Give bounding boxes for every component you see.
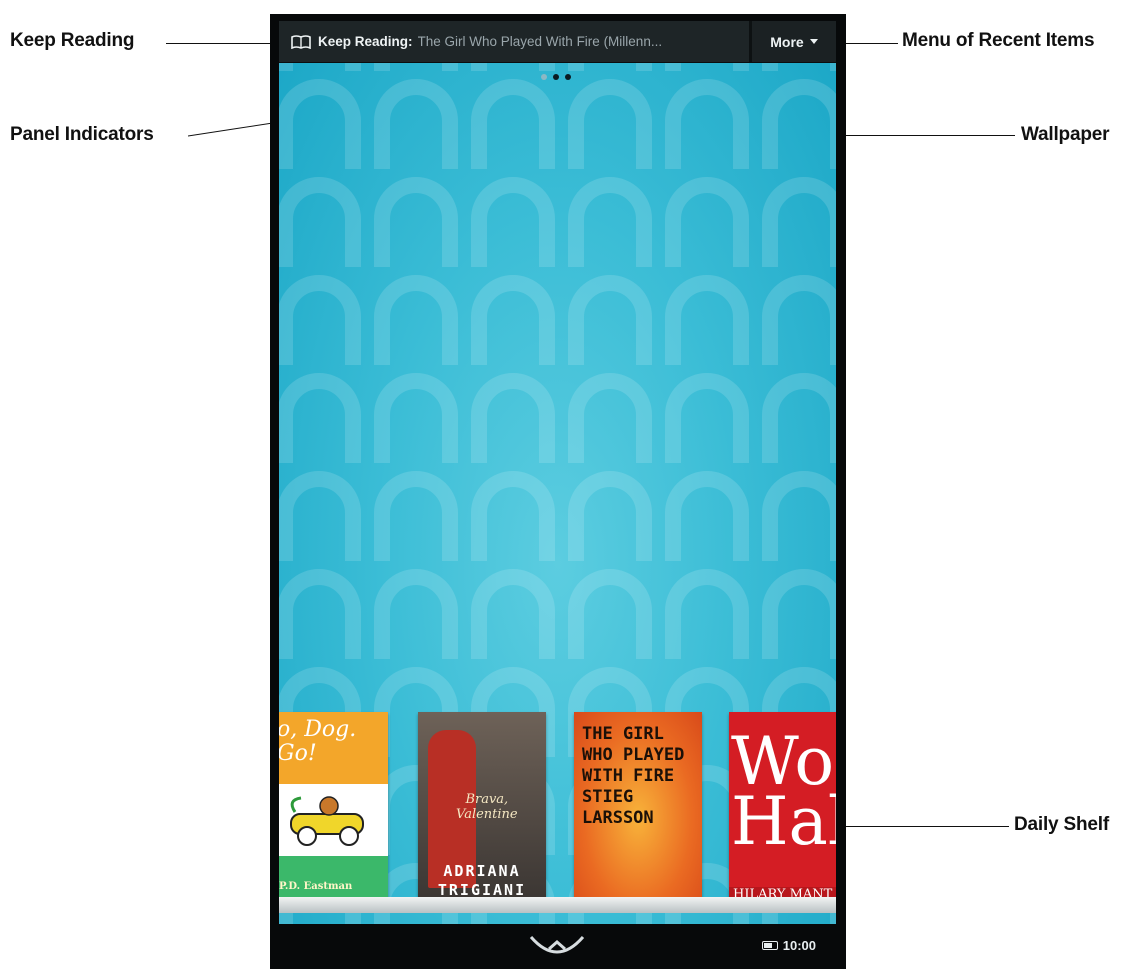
clock: 10:00 <box>782 938 816 953</box>
book-cover[interactable]: Wol Hal HILARY MANT <box>729 712 836 904</box>
leader-keep-reading <box>166 43 284 44</box>
keep-reading-label: Keep Reading: <box>318 34 413 49</box>
battery-icon <box>761 941 778 950</box>
callout-wallpaper: Wallpaper <box>1021 124 1110 145</box>
book-title: THE GIRL WHO PLAYED WITH FIRE STIEG LARS… <box>582 724 685 828</box>
leader-daily-shelf <box>836 826 1009 827</box>
book-author: ADRIANA TRIGIANI <box>437 862 527 899</box>
panel-indicators[interactable] <box>541 74 571 80</box>
book-cover[interactable]: o, Dog. Go! P.D. Eastman <box>279 712 388 904</box>
callout-daily-shelf: Daily Shelf <box>1014 814 1109 835</box>
book-title: o, Dog. Go! <box>279 717 357 766</box>
panel-dot[interactable] <box>565 74 571 80</box>
shelf-ledge <box>279 897 836 913</box>
book-author: P.D. Eastman <box>279 881 353 892</box>
callout-panel-indicators: Panel Indicators <box>10 124 154 145</box>
panel-dot[interactable] <box>553 74 559 80</box>
daily-shelf: o, Dog. Go! P.D. Eastman Brava, Valentin… <box>279 712 836 913</box>
keep-reading-title: The Girl Who Played With Fire (Millenn..… <box>417 34 663 49</box>
callout-menu-recent: Menu of Recent Items <box>902 30 1095 51</box>
home-screen: Keep Reading: The Girl Who Played With F… <box>279 21 836 924</box>
book-cover[interactable]: THE GIRL WHO PLAYED WITH FIRE STIEG LARS… <box>574 712 702 904</box>
more-menu-button[interactable]: More <box>752 21 836 62</box>
book-title: Wol Hal <box>731 723 836 860</box>
bottom-bar: 10:00 <box>279 924 836 969</box>
device-frame: Keep Reading: The Girl Who Played With F… <box>270 14 846 969</box>
book-cover[interactable]: Brava, Valentine ADRIANA TRIGIANI <box>418 712 546 904</box>
dog-car-illustration <box>290 796 364 846</box>
top-bar: Keep Reading: The Girl Who Played With F… <box>279 21 836 63</box>
open-book-icon <box>291 34 311 49</box>
chevron-up-icon[interactable] <box>527 929 587 959</box>
more-label: More <box>770 33 804 50</box>
chevron-down-icon <box>809 39 818 44</box>
callout-keep-reading: Keep Reading <box>10 30 135 51</box>
book-title: Brava, Valentine <box>456 792 518 822</box>
panel-dot[interactable] <box>541 74 547 80</box>
keep-reading-button[interactable]: Keep Reading: The Girl Who Played With F… <box>279 21 752 62</box>
status-area[interactable]: 10:00 <box>761 938 816 953</box>
